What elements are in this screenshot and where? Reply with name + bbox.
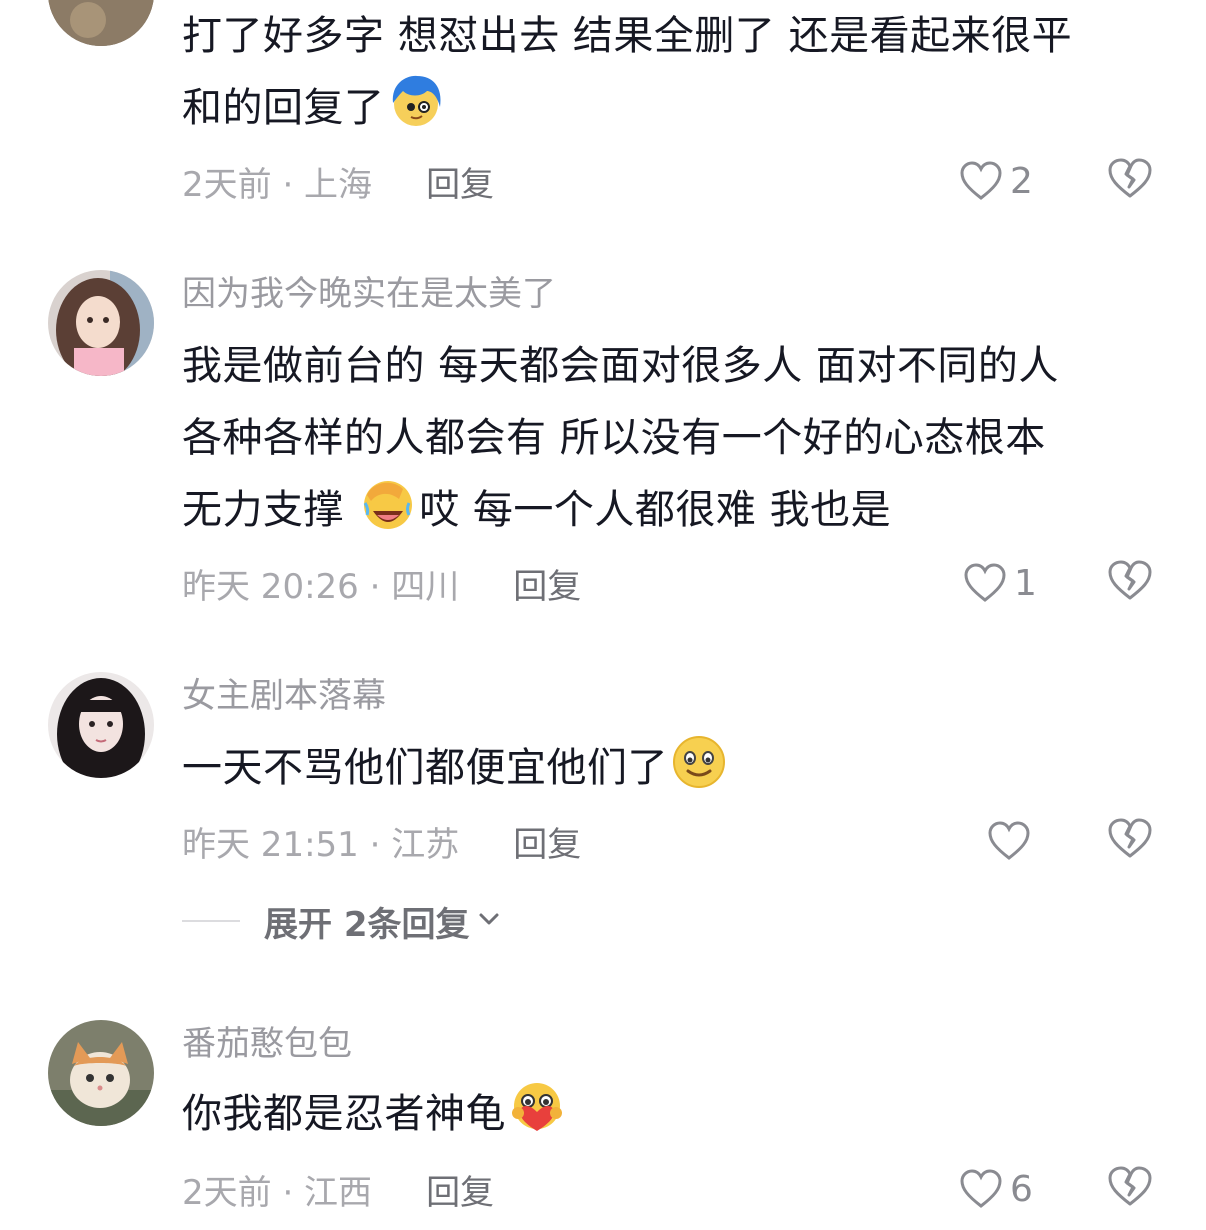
dislike-button[interactable]: [1106, 156, 1156, 206]
comment-username[interactable]: 番茄憨包包: [182, 1022, 352, 1066]
comment-meta: 2天前 · 江西 回复: [182, 1164, 494, 1214]
heart-hug-emoji: [508, 1079, 566, 1137]
broken-heart-icon: [1106, 1166, 1154, 1212]
comment-text: 一天不骂他们都便宜他们了: [182, 732, 1172, 804]
comment-meta: 昨天 20:26 · 四川 回复: [182, 558, 581, 608]
smile-emoji: [670, 733, 728, 791]
like-count: 1: [1014, 562, 1037, 604]
comment-time-location: 昨天 20:26 · 四川: [182, 566, 460, 607]
avatar[interactable]: [48, 0, 154, 46]
comment-meta: 昨天 21:51 · 江苏 回复: [182, 816, 581, 866]
reply-button[interactable]: 回复: [426, 1165, 494, 1214]
dislike-button[interactable]: [1106, 1164, 1156, 1214]
expand-replies-button[interactable]: 展开 2条回复: [182, 896, 502, 946]
broken-heart-icon: [1106, 818, 1154, 864]
like-button[interactable]: 6: [958, 1164, 1033, 1214]
comment-time-location: 2天前 · 江西: [182, 1172, 373, 1213]
like-button[interactable]: 2: [958, 156, 1033, 206]
comment-text: 我是做前台的 每天都会面对很多人 面对不同的人 各种各样的人都会有 所以没有一个…: [182, 343, 1059, 533]
divider: [182, 920, 240, 922]
reply-button[interactable]: 回复: [426, 157, 494, 206]
comment-meta: 2天前 · 上海 回复: [182, 156, 494, 206]
comment-username[interactable]: 因为我今晚实在是太美了: [182, 272, 556, 316]
dislike-button[interactable]: [1106, 558, 1156, 608]
heart-icon: [958, 1168, 1004, 1210]
expand-replies-label: 展开 2条回复: [264, 904, 470, 945]
comment-text: 你我都是忍者神龟: [182, 1078, 1172, 1150]
like-button[interactable]: [986, 816, 1038, 866]
comment-text: 打了好多字 想怼出去 结果全删了 还是看起来很平 和的回复了: [182, 13, 1073, 131]
heart-icon: [962, 562, 1008, 604]
broken-heart-icon: [1106, 158, 1154, 204]
like-button[interactable]: 1: [962, 558, 1037, 608]
dislike-button[interactable]: [1106, 816, 1156, 866]
avatar[interactable]: [48, 1020, 154, 1126]
heart-icon: [986, 820, 1032, 862]
heart-icon: [958, 160, 1004, 202]
reply-button[interactable]: 回复: [513, 817, 581, 866]
avatar[interactable]: [48, 672, 154, 778]
facepalm-laugh-emoji: [359, 475, 417, 533]
comment-time-location: 2天前 · 上海: [182, 164, 373, 205]
like-count: 6: [1010, 1168, 1033, 1210]
chevron-down-icon: [470, 906, 502, 936]
comment-time-location: 昨天 21:51 · 江苏: [182, 824, 460, 865]
broken-heart-icon: [1106, 560, 1154, 606]
like-count: 2: [1010, 160, 1033, 202]
avatar[interactable]: [48, 270, 154, 376]
blue-hair-face-emoji: [387, 73, 445, 131]
reply-button[interactable]: 回复: [513, 559, 581, 608]
comment-username[interactable]: 女主剧本落幕: [182, 674, 386, 718]
